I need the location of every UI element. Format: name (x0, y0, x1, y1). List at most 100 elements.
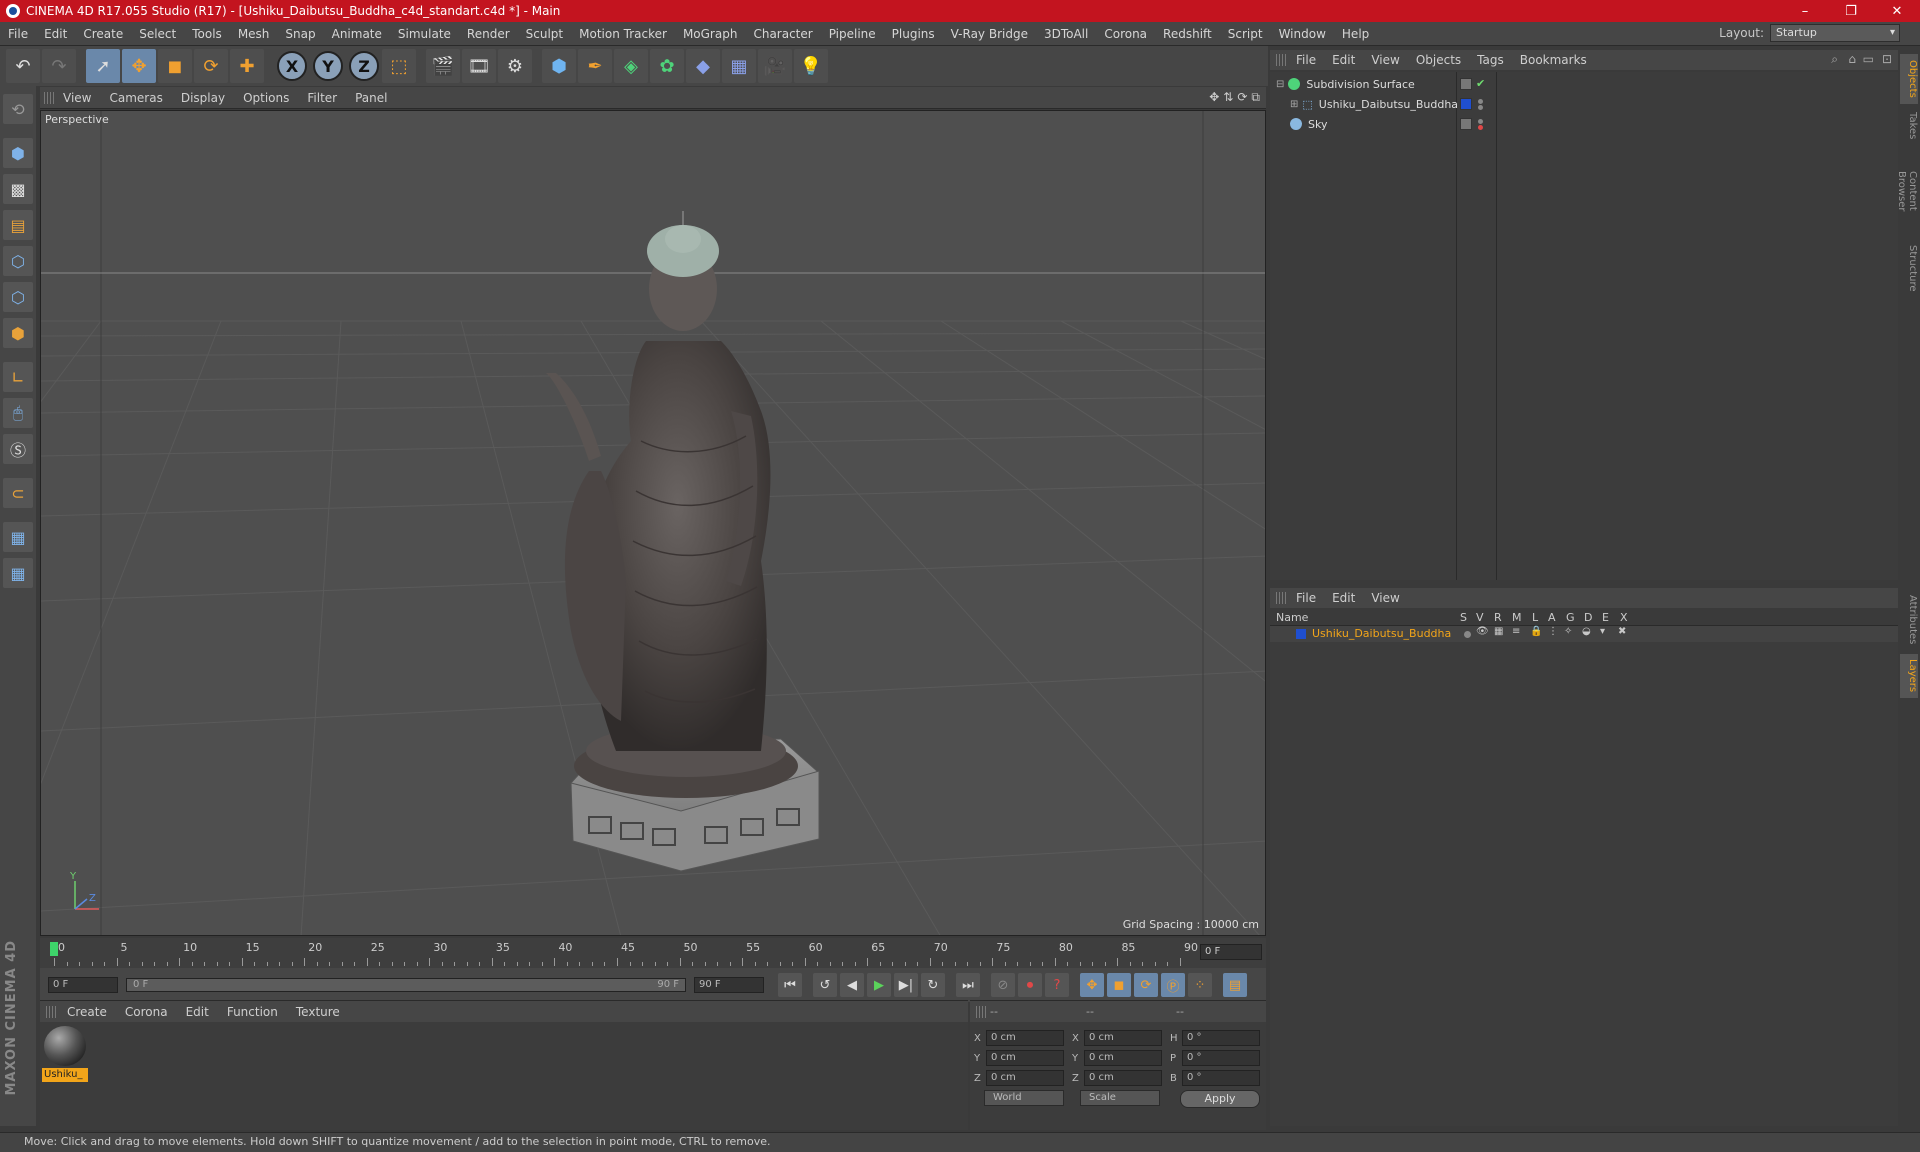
layer-menu-edit[interactable]: Edit (1324, 591, 1363, 605)
layer-color-icon[interactable] (1460, 98, 1472, 110)
material-preview-sphere[interactable] (44, 1026, 86, 1066)
menu-vray-bridge[interactable]: V-Ray Bridge (943, 27, 1036, 41)
rotation-p-field[interactable]: 0 ° (1182, 1050, 1260, 1066)
size-mode-dropdown[interactable]: Scale (1080, 1090, 1160, 1106)
expand-panel-icon[interactable]: ⊡ (1882, 52, 1892, 66)
menu-tools[interactable]: Tools (184, 27, 230, 41)
material-name-label[interactable]: Ushiku_ (42, 1068, 88, 1082)
layer-col-locked[interactable]: L (1532, 611, 1538, 624)
end-frame-field[interactable]: 90 F (694, 977, 764, 993)
menu-character[interactable]: Character (745, 27, 820, 41)
key-position-icon[interactable]: ✥ (1080, 973, 1104, 997)
record-keys-icon[interactable]: ⊘ (991, 973, 1015, 997)
object-menu-objects[interactable]: Objects (1408, 53, 1469, 67)
solo-mode-icon[interactable]: Ⓢ (3, 434, 33, 464)
menu-simulate[interactable]: Simulate (390, 27, 459, 41)
last-tool-icon[interactable]: ✚ (230, 49, 264, 83)
workplane-align-icon[interactable]: ▦ (3, 558, 33, 588)
layer-col-solo[interactable]: S (1460, 611, 1467, 624)
model-mode-icon[interactable]: ⬢ (3, 138, 33, 168)
viewport-menu-display[interactable]: Display (172, 91, 234, 105)
timeline[interactable]: 0 5 10 15 20 25 30 35 40 45 50 55 60 65 70 75 80 85 90 0 F (40, 938, 1266, 968)
keyframe-selection-icon[interactable]: ? (1045, 973, 1069, 997)
select-tool-icon[interactable]: ➚ (86, 49, 120, 83)
menu-corona[interactable]: Corona (1096, 27, 1155, 41)
tab-attributes[interactable]: Attributes (1900, 590, 1918, 650)
layer-animation-icon[interactable]: ⋮ (1548, 626, 1558, 637)
move-tool-icon[interactable]: ✥ (122, 49, 156, 83)
camera-icon[interactable]: 🎥 (758, 49, 792, 83)
object-menu-tags[interactable]: Tags (1469, 53, 1512, 67)
material-menu-texture[interactable]: Texture (287, 1005, 349, 1019)
position-z-field[interactable]: 0 cm (986, 1070, 1064, 1086)
current-frame-field[interactable]: 0 F (1200, 944, 1262, 960)
texture-mode-icon[interactable]: ▩ (3, 174, 33, 204)
menu-create[interactable]: Create (75, 27, 131, 41)
menu-snap[interactable]: Snap (277, 27, 323, 41)
z-axis-lock-button[interactable]: Z (349, 51, 379, 81)
panel-grip-icon[interactable] (1276, 54, 1286, 66)
coordinate-system-icon[interactable]: ⬚ (382, 49, 416, 83)
tweak-mode-icon[interactable]: 🖱 (3, 398, 33, 428)
object-menu-bookmarks[interactable]: Bookmarks (1512, 53, 1595, 67)
layer-menu-view[interactable]: View (1363, 591, 1407, 605)
layer-col-name[interactable]: Name (1276, 611, 1308, 624)
workplane-mode-icon[interactable]: ▤ (3, 210, 33, 240)
play-forward-icon[interactable]: ▶ (867, 973, 891, 997)
layer-lock-icon[interactable]: 🔒 (1530, 626, 1542, 637)
orbit-view-icon[interactable]: ⟳ (1237, 90, 1247, 105)
object-row-buddha[interactable]: ⊞ ⬚ Ushiku_Daibutsu_Buddha (1270, 94, 1898, 114)
key-parameter-icon[interactable]: Ⓟ (1161, 973, 1185, 997)
position-y-field[interactable]: 0 cm (986, 1050, 1064, 1066)
pen-spline-icon[interactable]: ✒ (578, 49, 612, 83)
search-icon[interactable]: ⌕ (1831, 52, 1838, 67)
menu-pipeline[interactable]: Pipeline (821, 27, 884, 41)
viewport-menu-cameras[interactable]: Cameras (100, 91, 171, 105)
toggle-view-icon[interactable]: ⧉ (1251, 90, 1260, 105)
pan-view-icon[interactable]: ✥ (1209, 90, 1219, 105)
material-menu-function[interactable]: Function (218, 1005, 287, 1019)
layer-manager-icon[interactable]: ≡ (1512, 626, 1520, 637)
layer-name[interactable]: Ushiku_Daibutsu_Buddha (1312, 627, 1451, 640)
layer-col-view[interactable]: V (1476, 611, 1484, 624)
layer-col-deformers[interactable]: D (1584, 611, 1592, 624)
panel-grip-icon[interactable] (1276, 592, 1286, 604)
rotation-h-field[interactable]: 0 ° (1182, 1030, 1260, 1046)
scale-tool-icon[interactable]: ◼ (158, 49, 192, 83)
x-axis-lock-button[interactable]: X (277, 51, 307, 81)
material-menu-corona[interactable]: Corona (116, 1005, 177, 1019)
rotate-tool-icon[interactable]: ⟳ (194, 49, 228, 83)
object-name[interactable]: Sky (1308, 118, 1327, 131)
key-pla-icon[interactable]: ⁘ (1188, 973, 1212, 997)
layer-col-xref[interactable]: X (1620, 611, 1628, 624)
panel-grip-icon[interactable] (976, 1005, 986, 1018)
layer-col-expressions[interactable]: E (1602, 611, 1609, 624)
go-to-start-icon[interactable]: ⏮ (778, 973, 802, 997)
layer-solo-dot[interactable] (1464, 631, 1471, 638)
menu-file[interactable]: File (0, 27, 36, 41)
menu-mesh[interactable]: Mesh (230, 27, 278, 41)
visibility-tag-icon[interactable] (1460, 78, 1472, 90)
go-to-end-icon[interactable]: ⏭ (956, 973, 980, 997)
viewport-menu-view[interactable]: View (54, 91, 100, 105)
enabled-check-icon[interactable]: ✔ (1476, 77, 1485, 90)
menu-animate[interactable]: Animate (324, 27, 390, 41)
deformer-icon[interactable]: ◆ (686, 49, 720, 83)
close-button[interactable]: ✕ (1874, 0, 1920, 22)
render-visible-dot[interactable] (1478, 105, 1483, 110)
menu-help[interactable]: Help (1334, 27, 1377, 41)
menu-plugins[interactable]: Plugins (884, 27, 943, 41)
next-frame-icon[interactable]: ▶| (894, 973, 918, 997)
panel-grip-icon[interactable] (44, 91, 54, 104)
visibility-tag-icon[interactable] (1460, 118, 1472, 130)
render-picture-viewer-icon[interactable]: 🎞 (462, 49, 496, 83)
size-y-field[interactable]: 0 cm (1084, 1050, 1162, 1066)
tab-structure[interactable]: Structure (1900, 240, 1918, 296)
menu-window[interactable]: Window (1271, 27, 1334, 41)
expand-toggle-icon[interactable]: ⊞ (1290, 99, 1298, 110)
layer-menu-file[interactable]: File (1288, 591, 1324, 605)
autokey-icon[interactable]: ⏺ (1018, 973, 1042, 997)
apply-button[interactable]: Apply (1180, 1090, 1260, 1108)
undo-icon[interactable]: ↶ (6, 49, 40, 83)
render-view-icon[interactable]: 🎬 (426, 49, 460, 83)
